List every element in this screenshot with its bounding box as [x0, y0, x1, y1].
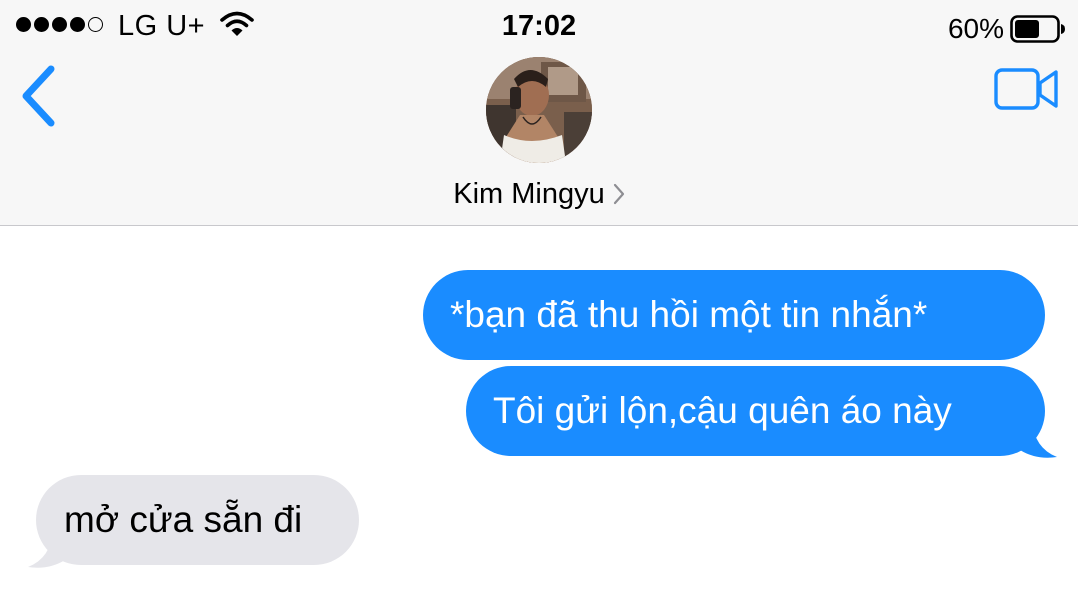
conversation-header: LG U+ 17:02 60% Kim Mingyu: [0, 0, 1078, 226]
sent-message-bubble[interactable]: *bạn đã thu hồi một tin nhắn*: [423, 270, 1045, 360]
contact-avatar[interactable]: [486, 57, 592, 163]
avatar-photo: [486, 57, 592, 163]
back-button[interactable]: [18, 64, 60, 128]
status-bar: LG U+ 17:02 60%: [0, 0, 1078, 52]
battery-icon: [1010, 15, 1065, 43]
sent-bubble-tail: [1020, 420, 1057, 458]
chevron-right-icon: [613, 183, 624, 205]
sent-message-bubble[interactable]: Tôi gửi lộn,cậu quên áo này: [466, 366, 1045, 456]
message-text: *bạn đã thu hồi một tin nhắn*: [450, 294, 928, 335]
contact-name: Kim Mingyu: [453, 178, 605, 210]
battery-percentage: 60%: [947, 13, 1004, 44]
messages-screen: LG U+ 17:02 60% Kim Mingyu *bạn đã thu h…: [0, 0, 1078, 607]
clock: 17:02: [501, 10, 577, 42]
contact-name-button[interactable]: Kim Mingyu: [0, 178, 1078, 211]
message-text: Tôi gửi lộn,cậu quên áo này: [493, 390, 952, 431]
received-bubble-tail: [28, 530, 65, 568]
received-message-bubble[interactable]: mở cửa sẵn đi: [36, 475, 359, 565]
video-call-button[interactable]: [994, 66, 1060, 112]
message-text: mở cửa sẵn đi: [64, 499, 303, 540]
